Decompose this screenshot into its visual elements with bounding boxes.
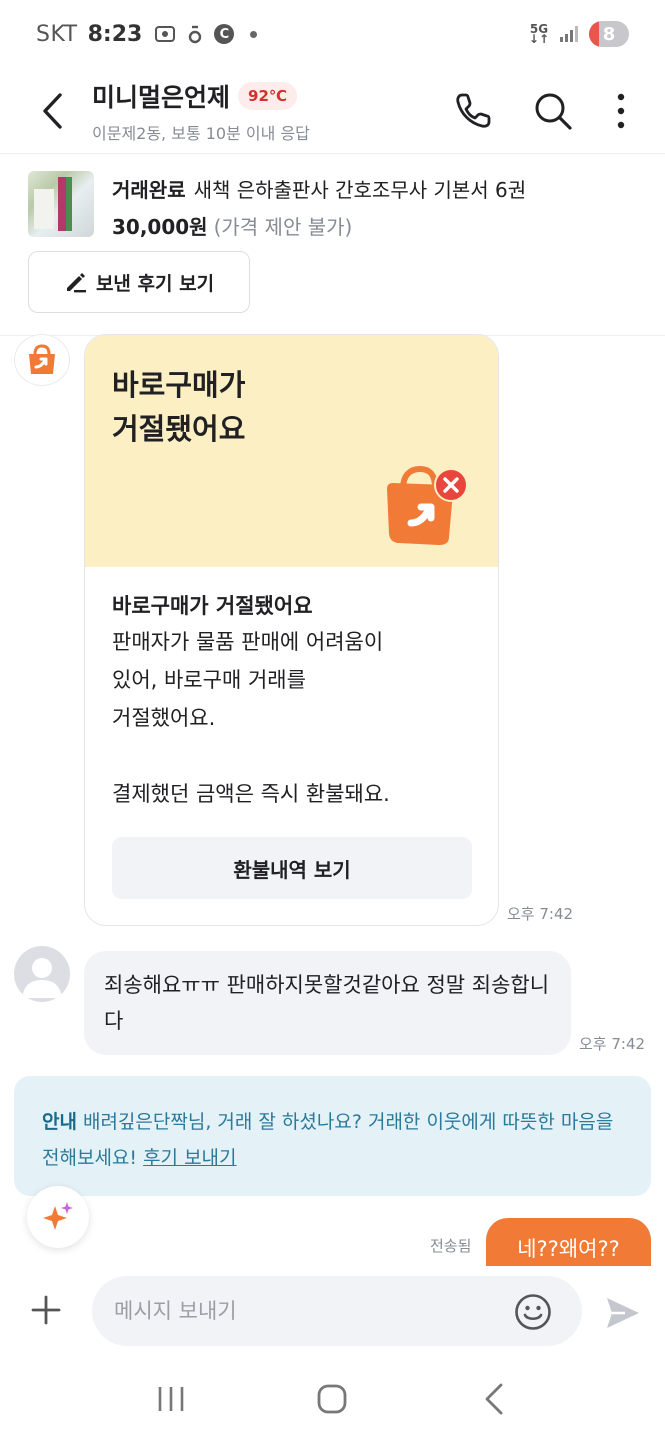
more-notifications-dot [250,30,258,38]
chevron-left-icon [43,92,62,129]
incoming-message-bubble[interactable]: 죄송해요ㅠㅠ 판매하지못할것같아요 정말 죄송합니다 [84,951,571,1055]
price-note: (가격 제안 불가) [213,215,353,239]
send-review-link[interactable]: 후기 보내기 [143,1147,236,1169]
product-title-line: 거래완료 새책 은하출판사 간호조무사 기본서 6권 [112,174,526,203]
product-summary: 거래완료 새책 은하출판사 간호조무사 기본서 6권 30,000원 (가격 제안 … [0,154,665,336]
sparkle-icon [43,1202,73,1230]
network-5g-icon: 5G ↓↑ [528,23,549,46]
search-icon [535,93,572,130]
phone-icon [456,93,491,128]
notice-label: 안내 [42,1111,77,1133]
rejected-bag-icon [387,465,468,545]
call-button[interactable] [451,89,495,133]
product-price-line: 30,000원 (가격 제안 불가) [112,211,526,240]
system-back-button[interactable] [464,1369,524,1429]
network-arrows-label: ↓↑ [528,32,549,46]
card-title: 바로구매가 거절됐어요 [112,594,313,618]
send-button[interactable] [600,1290,646,1336]
manner-temperature-badge: 92℃ [238,81,298,110]
system-navigation-bar [0,1358,665,1440]
product-title: 새책 은하출판사 간호조무사 기본서 6권 [193,178,527,202]
emoji-button[interactable] [512,1291,554,1333]
rejected-bag-illustration [377,463,473,553]
signal-icon [560,26,578,42]
clock: 8:23 [87,21,143,47]
chat-header: 미니멀은언제 92℃ 이문제2동, 보통 10분 이내 응답 [0,68,665,154]
screenshot-icon [155,26,176,42]
message-composer [0,1266,665,1358]
card-description: 판매자가 물품 판매에 어려움이 있어, 바로구매 거래를 거절했어요. [112,630,384,730]
send-arrow-icon [607,1298,639,1328]
battery-label: 8 [602,23,616,45]
ai-assistant-button[interactable] [27,1186,89,1248]
product-text[interactable]: 거래완료 새책 은하출판사 간호조무사 기본서 6권 30,000원 (가격 제안 … [112,174,526,240]
attach-button[interactable] [24,1288,68,1332]
trade-status: 거래완료 [112,178,186,202]
partner-name: 미니멀은언제 [92,82,231,112]
c-badge-icon: C [214,24,235,44]
carrier-label: SKT [36,21,78,47]
partner-avatar[interactable] [14,946,70,1002]
pencil-icon [66,273,86,293]
product-thumbnail[interactable] [28,171,94,237]
view-refund-button[interactable]: 환불내역 보기 [112,837,472,899]
pin-icon [189,25,202,44]
recent-apps-button[interactable] [141,1369,201,1429]
smiley-icon [515,1294,551,1330]
home-icon [318,1384,347,1414]
purchase-rejected-card: 바로구매가 거절됐어요 바로구매가 거절됐어요 판매자가 물품 판매에 어려움이… [84,334,499,926]
default-profile-icon [22,958,62,998]
kebab-menu-icon [617,93,625,128]
battery-level-fill [589,21,599,47]
review-notice-banner: 안내 배려깊은단짝님, 거래 잘 하셨나요? 거래한 이웃에게 따뜻한 마음을 전… [14,1076,651,1196]
card-banner: 바로구매가 거절됐어요 [85,335,498,567]
battery-indicator: 8 [589,21,629,47]
status-bar: SKT 8:23 C 5G ↓↑ 8 [0,0,665,68]
partner-info[interactable]: 미니멀은언제 92℃ 이문제2동, 보통 10분 이내 응답 [92,78,310,144]
plus-icon [31,1295,61,1325]
back-button[interactable] [30,89,74,133]
partner-subtitle: 이문제2동, 보통 10분 이내 응답 [92,123,310,143]
home-button[interactable] [302,1369,362,1429]
message-time: 오후 7:42 [579,1035,646,1053]
view-sent-review-label: 보낸 후기 보기 [95,272,215,295]
message-input[interactable] [92,1276,582,1346]
shopping-bag-icon [29,344,55,374]
product-price: 30,000원 [112,215,208,239]
more-options-button[interactable] [611,89,631,133]
system-avatar [14,334,70,386]
card-headline: 바로구매가 거절됐어요 [112,368,246,446]
sent-status: 전송됨 [430,1237,472,1255]
view-sent-review-button[interactable]: 보낸 후기 보기 [28,251,250,313]
recent-apps-icon [158,1387,184,1411]
notice-text: 배려깊은단짝님, 거래 잘 하셨나요? 거래한 이웃에게 따뜻한 마음을 전해보… [42,1111,614,1169]
notification-icons: C [154,24,258,44]
search-button[interactable] [531,89,575,133]
message-time: 오후 7:42 [507,905,574,923]
card-refund-note: 결제했던 금액은 즉시 환불돼요. [112,782,390,806]
back-arrow-icon [485,1383,503,1415]
